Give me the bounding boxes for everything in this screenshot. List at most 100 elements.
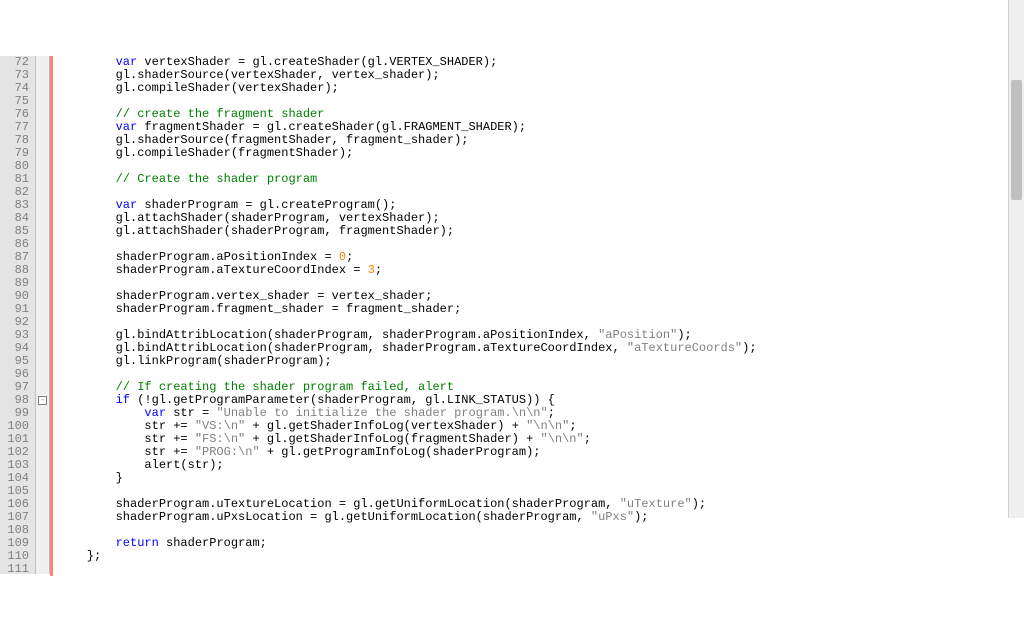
token-str: "aPosition": [598, 328, 677, 342]
change-marker: [50, 433, 53, 446]
token-id: gl.attachShader(shaderProgram, fragmentS…: [58, 224, 454, 238]
token-str: "aTextureCoords": [627, 341, 742, 355]
change-marker: [50, 173, 53, 186]
token-id: str +=: [58, 432, 195, 446]
token-id: );: [634, 510, 648, 524]
token-id: gl.bindAttribLocation(shaderProgram, sha…: [58, 328, 598, 342]
token-id: shaderProgram.aPositionIndex =: [58, 250, 339, 264]
fold-margin[interactable]: -: [36, 56, 50, 574]
change-marker: [50, 368, 53, 381]
token-id: ;: [548, 406, 555, 420]
token-id: ;: [584, 432, 591, 446]
code-line[interactable]: gl.compileShader(vertexShader);: [58, 82, 1024, 95]
token-id: [58, 536, 116, 550]
change-marker: [50, 69, 53, 82]
code-line[interactable]: gl.compileShader(fragmentShader);: [58, 147, 1024, 160]
token-id: [58, 172, 116, 186]
code-line[interactable]: shaderProgram.aTextureCoordIndex = 3;: [58, 264, 1024, 277]
token-kw: var: [116, 198, 138, 212]
change-marker: [50, 563, 53, 576]
token-str: "VS:\n": [195, 419, 245, 433]
token-str: "\n\n": [541, 432, 584, 446]
token-str: "uTexture": [620, 497, 692, 511]
change-marker: [50, 251, 53, 264]
token-id: gl.shaderSource(vertexShader, vertex_sha…: [58, 68, 440, 82]
change-marker: [50, 134, 53, 147]
change-marker: [50, 56, 53, 69]
change-marker: [50, 472, 53, 485]
token-id: + gl.getShaderInfoLog(fragmentShader) +: [245, 432, 540, 446]
token-id: vertexShader = gl.createShader(gl.VERTEX…: [137, 55, 497, 69]
change-marker: [50, 277, 53, 290]
token-id: str =: [166, 406, 216, 420]
token-id: gl.compileShader(fragmentShader);: [58, 146, 353, 160]
token-id: gl.compileShader(vertexShader);: [58, 81, 339, 95]
token-com: // create the fragment shader: [116, 107, 325, 121]
token-id: );: [677, 328, 691, 342]
token-id: shaderProgram.vertex_shader = vertex_sha…: [58, 289, 432, 303]
fold-toggle-icon[interactable]: -: [38, 396, 47, 405]
token-kw: var: [144, 406, 166, 420]
token-id: gl.bindAttribLocation(shaderProgram, sha…: [58, 341, 627, 355]
token-id: };: [58, 549, 101, 563]
code-line[interactable]: gl.attachShader(shaderProgram, fragmentS…: [58, 225, 1024, 238]
code-line[interactable]: [58, 563, 1024, 576]
token-kw: if: [116, 393, 130, 407]
token-str: "FS:\n": [195, 432, 245, 446]
token-com: // If creating the shader program failed…: [116, 380, 454, 394]
token-id: [58, 406, 144, 420]
line-number[interactable]: 108: [4, 524, 29, 537]
change-marker: [50, 394, 53, 407]
change-marker: [50, 108, 53, 121]
code-line[interactable]: alert(str);: [58, 459, 1024, 472]
code-line[interactable]: shaderProgram.fragment_shader = fragment…: [58, 303, 1024, 316]
token-id: gl.attachShader(shaderProgram, vertexSha…: [58, 211, 440, 225]
token-kw: var: [116, 120, 138, 134]
change-marker: [50, 121, 53, 134]
token-id: [58, 393, 116, 407]
change-marker: [50, 485, 53, 498]
code-line[interactable]: // Create the shader program: [58, 173, 1024, 186]
change-marker: [50, 355, 53, 368]
code-line[interactable]: return shaderProgram;: [58, 537, 1024, 550]
code-line[interactable]: };: [58, 550, 1024, 563]
token-id: [58, 107, 116, 121]
token-id: [58, 380, 116, 394]
change-marker: [50, 290, 53, 303]
token-id: (!gl.getProgramParameter(shaderProgram, …: [130, 393, 555, 407]
change-marker: [50, 498, 53, 511]
change-marker: [50, 160, 53, 173]
token-com: // Create the shader program: [116, 172, 318, 186]
token-id: );: [742, 341, 756, 355]
token-str: "\n\n": [526, 419, 569, 433]
token-id: [58, 120, 116, 134]
line-number[interactable]: 110: [4, 550, 29, 563]
token-id: gl.linkProgram(shaderProgram);: [58, 354, 332, 368]
change-marker: [50, 446, 53, 459]
change-marker: [50, 524, 53, 537]
token-id: gl.shaderSource(fragmentShader, fragment…: [58, 133, 468, 147]
change-marker: [50, 199, 53, 212]
code-editor[interactable]: 7273747576777879808182838485868788899091…: [0, 56, 1024, 574]
change-marker: [50, 459, 53, 472]
code-area[interactable]: var vertexShader = gl.createShader(gl.VE…: [54, 56, 1024, 574]
vertical-scrollbar[interactable]: [1008, 0, 1024, 518]
change-marker: [50, 264, 53, 277]
scrollbar-thumb[interactable]: [1011, 80, 1022, 200]
line-number-gutter[interactable]: 7273747576777879808182838485868788899091…: [0, 56, 36, 574]
line-number[interactable]: 109: [4, 537, 29, 550]
token-id: + gl.getProgramInfoLog(shaderProgram);: [260, 445, 541, 459]
token-id: [58, 198, 116, 212]
line-number[interactable]: 111: [4, 563, 29, 576]
token-id: shaderProgram.fragment_shader = fragment…: [58, 302, 461, 316]
change-marker: [50, 147, 53, 160]
code-line[interactable]: }: [58, 472, 1024, 485]
token-id: shaderProgram = gl.createProgram();: [137, 198, 396, 212]
token-id: shaderProgram.aTextureCoordIndex =: [58, 263, 368, 277]
token-id: shaderProgram;: [159, 536, 267, 550]
token-kw: var: [116, 55, 138, 69]
code-line[interactable]: gl.linkProgram(shaderProgram);: [58, 355, 1024, 368]
change-marker: [50, 82, 53, 95]
change-marker: [50, 95, 53, 108]
token-id: );: [692, 497, 706, 511]
